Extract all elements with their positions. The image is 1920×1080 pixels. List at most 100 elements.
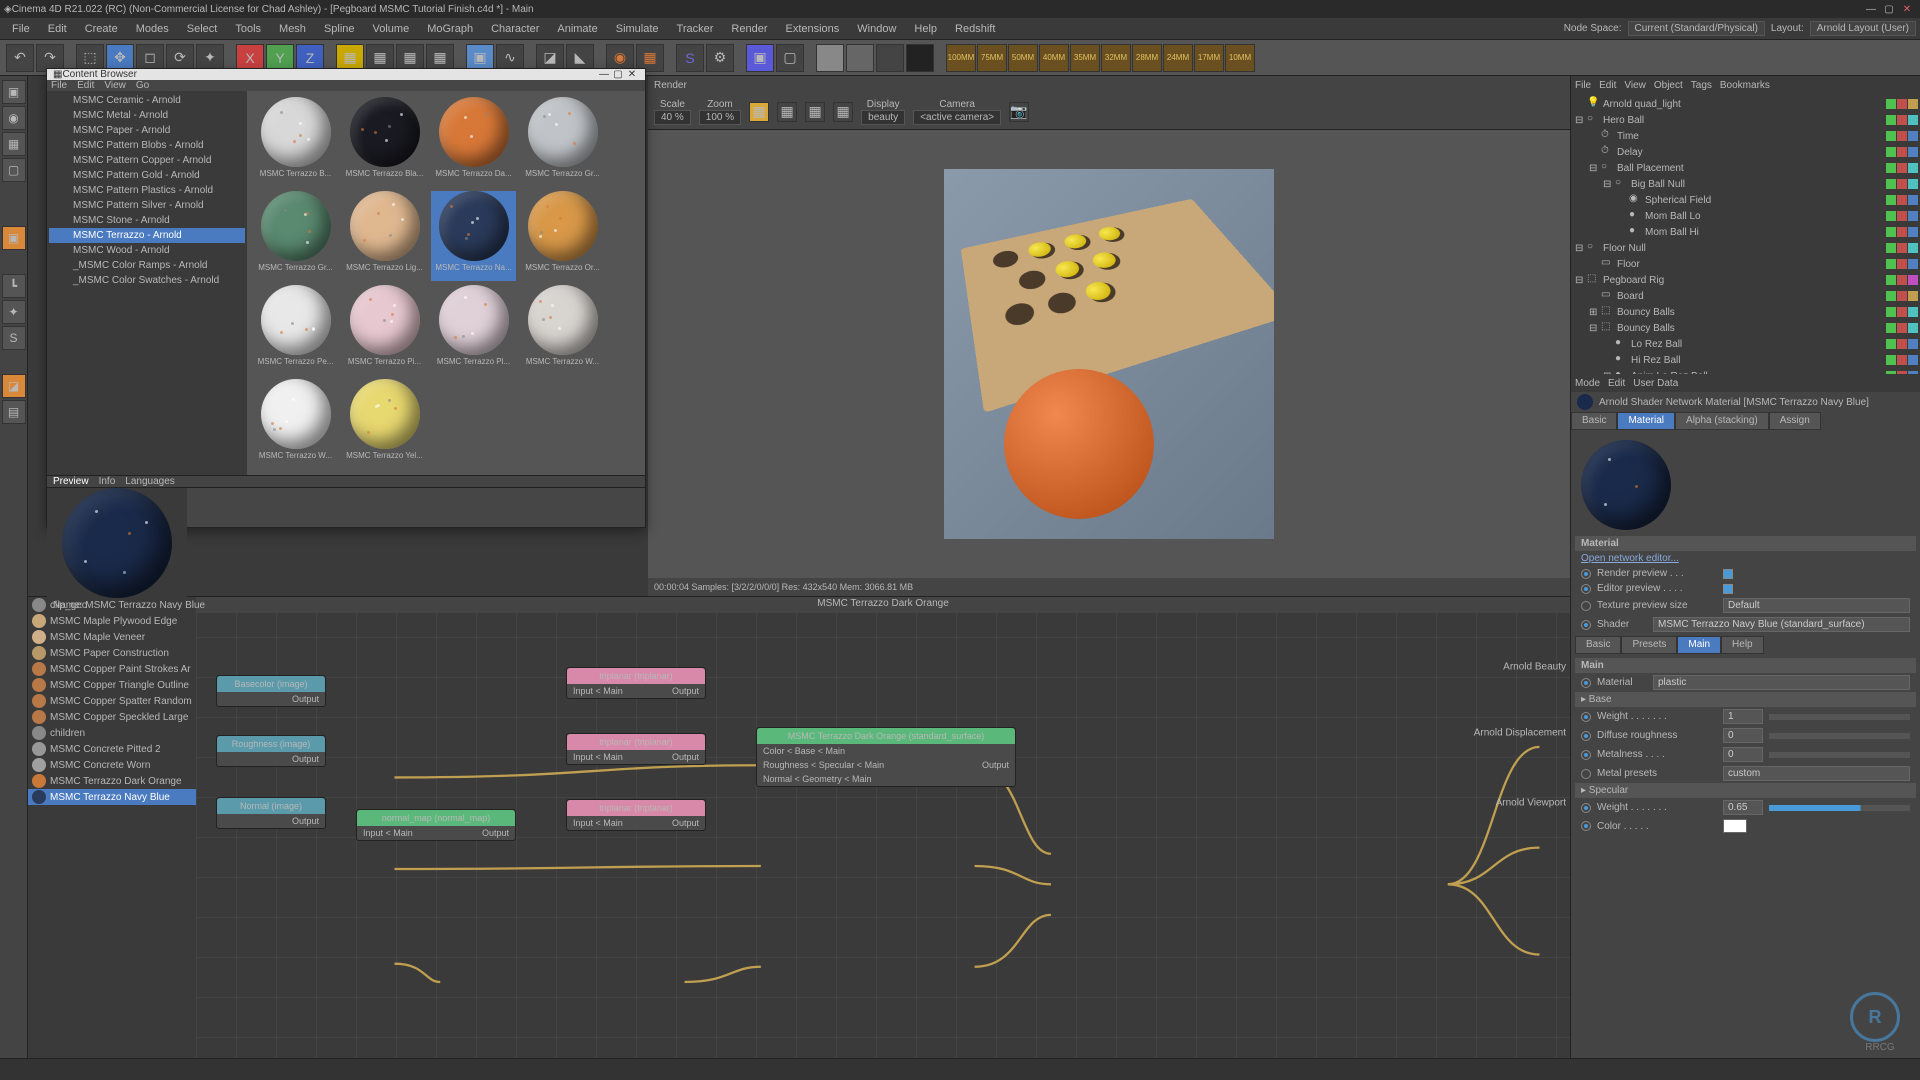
render-preview-check[interactable]: [1723, 569, 1733, 579]
menu-window[interactable]: Window: [849, 21, 904, 37]
object-row[interactable]: ⊟⬚Pegboard Rig: [1573, 272, 1918, 288]
snap-button[interactable]: S: [2, 326, 26, 350]
material-thumb[interactable]: MSMC Terrazzo Lig...: [342, 191, 427, 281]
workplane-mode[interactable]: ▦: [2, 132, 26, 156]
lens-35MM[interactable]: 35MM: [1070, 44, 1100, 72]
node-stdsurf[interactable]: MSMC Terrazzo Dark Orange (standard_surf…: [756, 727, 1016, 787]
lens-75MM[interactable]: 75MM: [977, 44, 1007, 72]
viewport-solo[interactable]: ◪: [2, 374, 26, 398]
weight-radio[interactable]: [1581, 712, 1591, 722]
menu-mesh[interactable]: Mesh: [271, 21, 314, 37]
preview-tab-preview[interactable]: Preview: [53, 476, 89, 487]
node-basecolor[interactable]: Basecolor (image)Output: [216, 675, 326, 707]
attr-menu-edit[interactable]: Edit: [1608, 378, 1625, 389]
browser-tree-item[interactable]: MSMC Metal - Arnold: [49, 108, 245, 123]
browser-menu-edit[interactable]: Edit: [77, 80, 94, 91]
metal-preset-value[interactable]: custom: [1723, 766, 1910, 781]
scale-value[interactable]: 40 %: [654, 110, 691, 125]
preview-tab-info[interactable]: Info: [99, 476, 116, 487]
material-list-item[interactable]: MSMC Terrazzo Dark Orange: [28, 773, 196, 789]
open-network-editor-link[interactable]: Open network editor...: [1581, 553, 1679, 564]
material-thumb[interactable]: MSMC Terrazzo Gr...: [253, 191, 338, 281]
browser-tree-item[interactable]: MSMC Pattern Gold - Arnold: [49, 168, 245, 183]
material-list-item[interactable]: MSMC Maple Plywood Edge: [28, 613, 196, 629]
lens-40MM[interactable]: 40MM: [1039, 44, 1069, 72]
weight-value[interactable]: 1: [1723, 709, 1763, 724]
material-list-item[interactable]: MSMC Copper Speckled Large: [28, 709, 196, 725]
preset-button[interactable]: ▢: [776, 44, 804, 72]
material-list-item[interactable]: MSMC Paper Construction: [28, 645, 196, 661]
node-roughness[interactable]: Roughness (image)Output: [216, 735, 326, 767]
object-row[interactable]: ▭Board: [1573, 288, 1918, 304]
render-viewport[interactable]: [648, 130, 1570, 578]
browser-tree-item[interactable]: MSMC Stone - Arnold: [49, 213, 245, 228]
menu-file[interactable]: File: [4, 21, 38, 37]
menu-spline[interactable]: Spline: [316, 21, 363, 37]
minimize-button[interactable]: —: [1862, 4, 1880, 15]
material-list-item[interactable]: MSMC Copper Paint Strokes Ar: [28, 661, 196, 677]
obj-menu-object[interactable]: Object: [1654, 80, 1683, 91]
tweak-mode[interactable]: ✦: [2, 300, 26, 324]
browser-maximize[interactable]: ▢: [611, 69, 625, 80]
metalness-value[interactable]: 0: [1723, 747, 1763, 762]
grad2[interactable]: [846, 44, 874, 72]
render-mode-2[interactable]: ▦: [777, 102, 797, 122]
menu-tools[interactable]: Tools: [227, 21, 269, 37]
lens-10MM[interactable]: 10MM: [1225, 44, 1255, 72]
node-editor[interactable]: MSMC Terrazzo Dark Orange Basecolor (ima…: [196, 597, 1570, 1080]
node-tri3[interactable]: triplanar (triplanar)Input < MainOutput: [566, 799, 706, 831]
browser-tree-item[interactable]: _MSMC Color Swatches - Arnold: [49, 273, 245, 288]
color-swatch[interactable]: [1723, 819, 1747, 833]
model-mode[interactable]: ▣: [2, 80, 26, 104]
menu-animate[interactable]: Animate: [549, 21, 605, 37]
shader-radio[interactable]: [1581, 620, 1591, 630]
browser-tree-item[interactable]: MSMC Ceramic - Arnold: [49, 93, 245, 108]
browser-menu-view[interactable]: View: [104, 80, 126, 91]
tex-preview-radio[interactable]: [1581, 601, 1591, 611]
obj-menu-file[interactable]: File: [1575, 80, 1591, 91]
material-thumb[interactable]: MSMC Terrazzo Pe...: [253, 285, 338, 375]
grad3[interactable]: [876, 44, 904, 72]
object-row[interactable]: ⊟○Big Ball Null: [1573, 176, 1918, 192]
lens-17MM[interactable]: 17MM: [1194, 44, 1224, 72]
node-tri2[interactable]: triplanar (triplanar)Input < MainOutput: [566, 733, 706, 765]
material-list-item[interactable]: MSMC Concrete Worn: [28, 757, 196, 773]
render-mode-4[interactable]: ▦: [833, 102, 853, 122]
spec-weight-slider[interactable]: [1769, 805, 1910, 811]
object-row[interactable]: ●Lo Rez Ball: [1573, 336, 1918, 352]
browser-tree-item[interactable]: MSMC Pattern Plastics - Arnold: [49, 183, 245, 198]
close-button[interactable]: ✕: [1898, 4, 1916, 15]
obj-menu-tags[interactable]: Tags: [1691, 80, 1712, 91]
material-thumb[interactable]: MSMC Terrazzo Pi...: [342, 285, 427, 375]
display-value[interactable]: beauty: [861, 110, 905, 125]
substance-button[interactable]: S: [676, 44, 704, 72]
browser-minimize[interactable]: —: [597, 69, 611, 80]
axis-mode[interactable]: ┗: [2, 274, 26, 298]
editor-preview-check[interactable]: [1723, 584, 1733, 594]
menu-redshift[interactable]: Redshift: [947, 21, 1003, 37]
material-list-item[interactable]: children: [28, 725, 196, 741]
shader-value[interactable]: MSMC Terrazzo Navy Blue (standard_surfac…: [1653, 617, 1910, 632]
browser-tree-item[interactable]: MSMC Pattern Silver - Arnold: [49, 198, 245, 213]
material-list-item[interactable]: MSMC Terrazzo Navy Blue: [28, 789, 196, 805]
attr-menu-mode[interactable]: Mode: [1575, 378, 1600, 389]
menu-select[interactable]: Select: [179, 21, 226, 37]
obj-menu-bookmarks[interactable]: Bookmarks: [1720, 80, 1770, 91]
node-normal[interactable]: Normal (image)Output: [216, 797, 326, 829]
subtab-main[interactable]: Main: [1677, 636, 1721, 654]
lens-100MM[interactable]: 100MM: [946, 44, 976, 72]
menu-simulate[interactable]: Simulate: [608, 21, 667, 37]
browser-tree-item[interactable]: MSMC Paper - Arnold: [49, 123, 245, 138]
browser-tree-item[interactable]: MSMC Pattern Blobs - Arnold: [49, 138, 245, 153]
diffuse-roughness-slider[interactable]: [1769, 733, 1910, 739]
browser-menu-file[interactable]: File: [51, 80, 67, 91]
subtab-help[interactable]: Help: [1721, 636, 1764, 654]
nodeSpaceLbl-dropdown[interactable]: Current (Standard/Physical): [1628, 21, 1765, 36]
object-row[interactable]: ◉Spherical Field: [1573, 192, 1918, 208]
material-type-value[interactable]: plastic: [1653, 675, 1910, 690]
attr-tab-basic[interactable]: Basic: [1571, 412, 1617, 430]
attr-tab-material[interactable]: Material: [1617, 412, 1675, 430]
material-thumb[interactable]: MSMC Terrazzo W...: [520, 285, 605, 375]
object-row[interactable]: ●Mom Ball Lo: [1573, 208, 1918, 224]
material-thumb[interactable]: MSMC Terrazzo Pl...: [431, 285, 516, 375]
